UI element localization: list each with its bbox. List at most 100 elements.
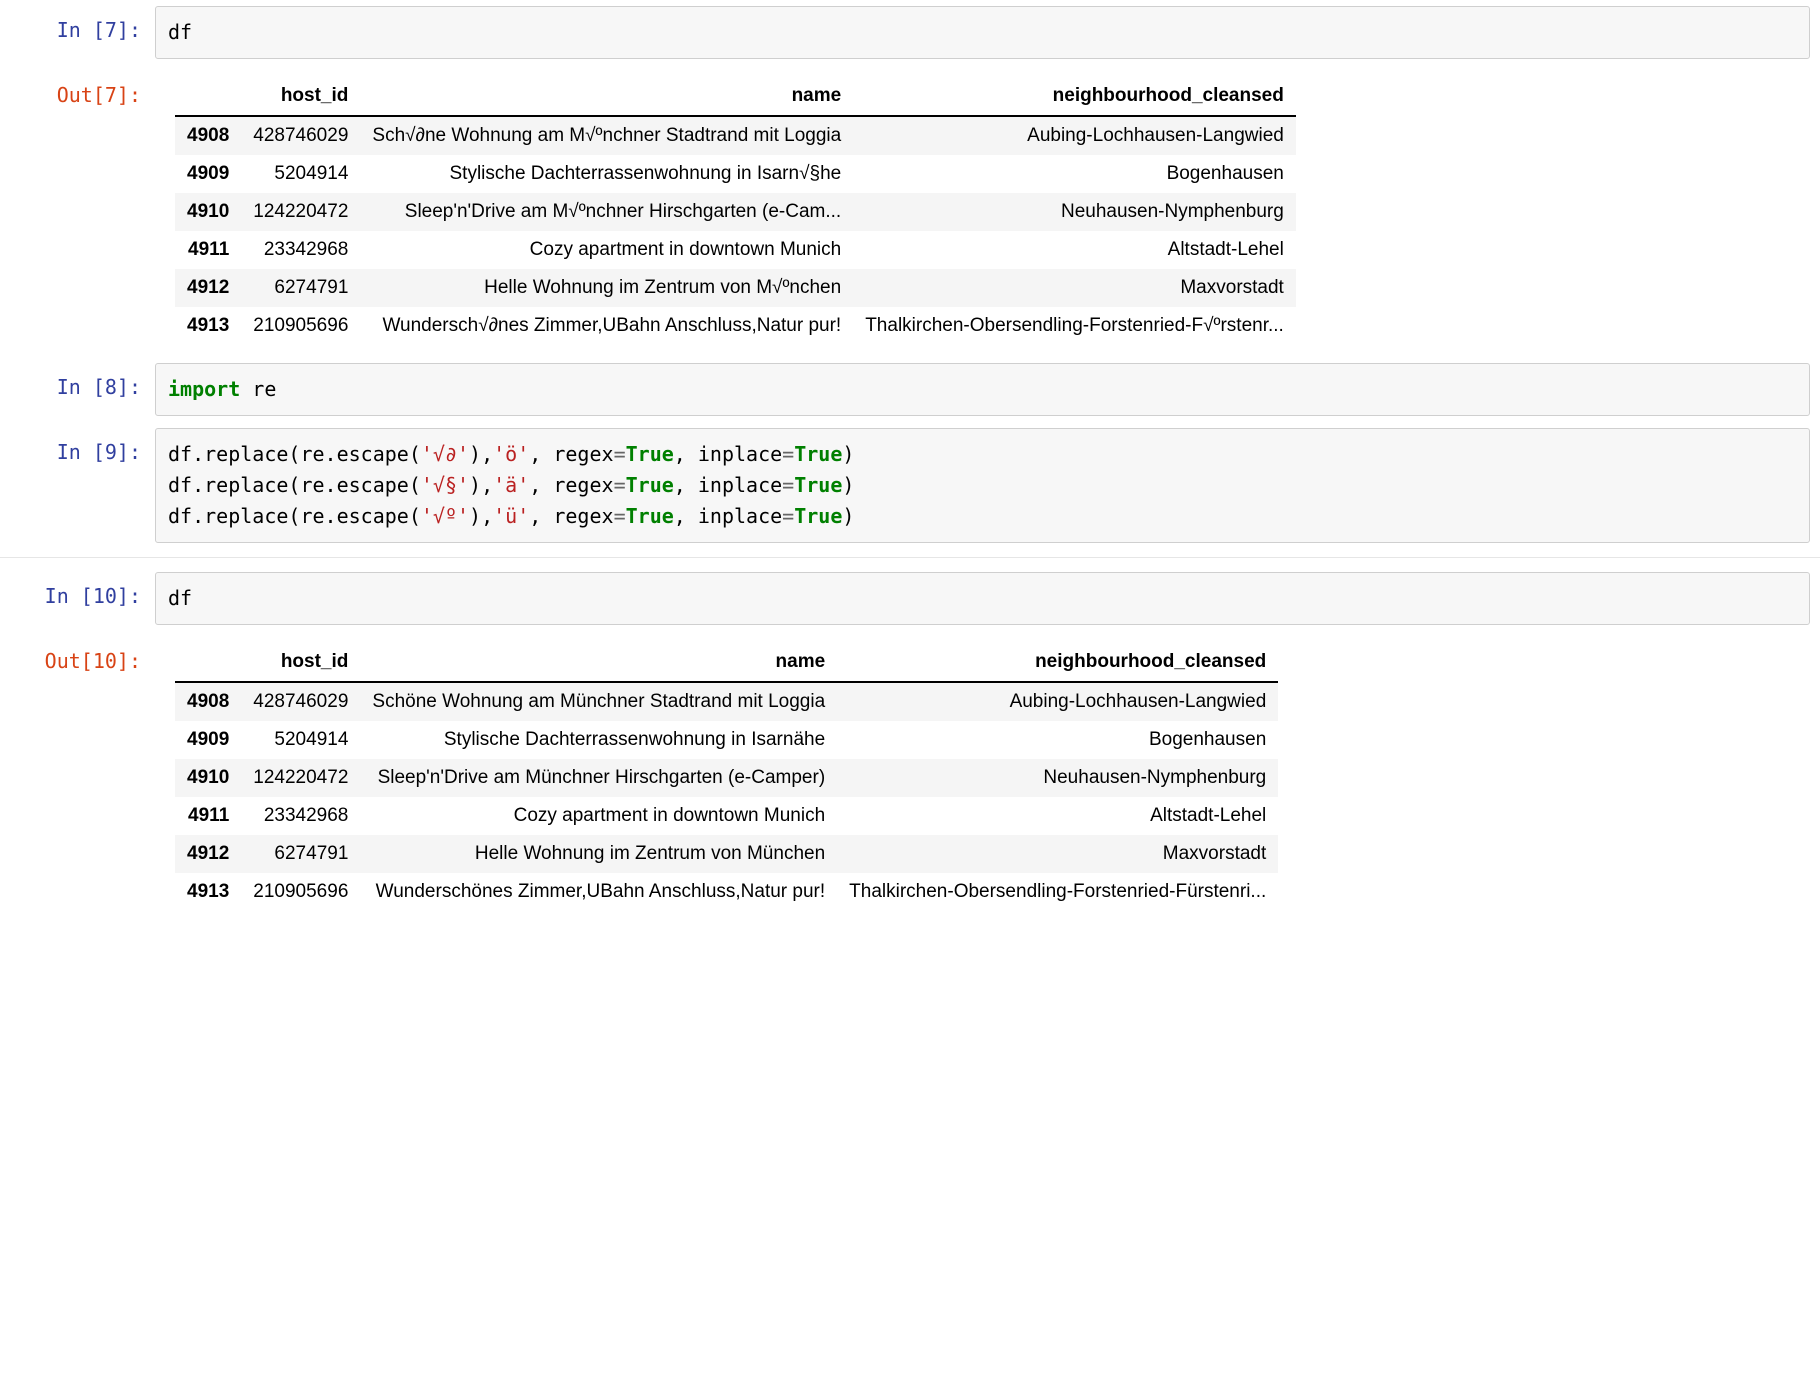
code-input-10[interactable]: df bbox=[155, 572, 1810, 625]
string-literal: '√º' bbox=[421, 504, 469, 528]
code-text: ) bbox=[842, 473, 854, 497]
output-area-10: host_id name neighbourhood_cleansed 4908… bbox=[155, 637, 1810, 917]
keyword-import: import bbox=[168, 377, 240, 401]
cell-index: 4912 bbox=[175, 835, 241, 873]
cell-name: Cozy apartment in downtown Munich bbox=[360, 231, 853, 269]
cell-neighbourhood: Neuhausen-Nymphenburg bbox=[853, 193, 1296, 231]
cell-index: 4908 bbox=[175, 116, 241, 155]
cell-neighbourhood: Thalkirchen-Obersendling-Forstenried-F√º… bbox=[853, 307, 1296, 345]
cell-name: Sch√∂ne Wohnung am M√ºnchner Stadtrand m… bbox=[360, 116, 853, 155]
cell-neighbourhood: Bogenhausen bbox=[853, 155, 1296, 193]
code-text: , regex bbox=[529, 473, 613, 497]
table-row: 4909 5204914 Stylische Dachterrassenwohn… bbox=[175, 155, 1296, 193]
code-text: ) bbox=[842, 442, 854, 466]
cell-name: Sleep'n'Drive am Münchner Hirschgarten (… bbox=[360, 759, 837, 797]
code-text: , inplace bbox=[674, 504, 782, 528]
code-input-7[interactable]: df bbox=[155, 6, 1810, 59]
cell-index: 4913 bbox=[175, 307, 241, 345]
cell-divider bbox=[0, 557, 1820, 558]
cell-host-id: 6274791 bbox=[241, 269, 360, 307]
code-input-9[interactable]: df.replace(re.escape('√∂'),'ö', regex=Tr… bbox=[155, 428, 1810, 543]
operator: = bbox=[614, 504, 626, 528]
code-text: , regex bbox=[529, 504, 613, 528]
in-prompt-9: In [9]: bbox=[10, 428, 155, 468]
cell-name: Stylische Dachterrassenwohnung in Isarn√… bbox=[360, 155, 853, 193]
cell-index: 4910 bbox=[175, 193, 241, 231]
code-text: df bbox=[168, 586, 192, 610]
cell-host-id: 5204914 bbox=[241, 155, 360, 193]
cell-neighbourhood: Neuhausen-Nymphenburg bbox=[837, 759, 1278, 797]
operator: = bbox=[614, 473, 626, 497]
table-row: 4911 23342968 Cozy apartment in downtown… bbox=[175, 231, 1296, 269]
table-row: 4909 5204914 Stylische Dachterrassenwohn… bbox=[175, 721, 1278, 759]
cell-index: 4912 bbox=[175, 269, 241, 307]
cell-name: Helle Wohnung im Zentrum von M√ºnchen bbox=[360, 269, 853, 307]
code-text: df bbox=[168, 20, 192, 44]
table-row: 4908 428746029 Sch√∂ne Wohnung am M√ºnch… bbox=[175, 116, 1296, 155]
cell-name: Wundersch√∂nes Zimmer,UBahn Anschluss,Na… bbox=[360, 307, 853, 345]
code-text: , inplace bbox=[674, 473, 782, 497]
code-input-8[interactable]: import re bbox=[155, 363, 1810, 416]
cell-neighbourhood: Maxvorstadt bbox=[853, 269, 1296, 307]
cell-name: Helle Wohnung im Zentrum von München bbox=[360, 835, 837, 873]
cell-name: Stylische Dachterrassenwohnung in Isarnä… bbox=[360, 721, 837, 759]
string-literal: 'ö' bbox=[493, 442, 529, 466]
cell-out-10: Out[10]: host_id name neighbourhood_clea… bbox=[0, 631, 1820, 923]
cell-neighbourhood: Altstadt-Lehel bbox=[837, 797, 1278, 835]
cell-host-id: 210905696 bbox=[241, 873, 360, 911]
table-row: 4913 210905696 Wunderschönes Zimmer,UBah… bbox=[175, 873, 1278, 911]
string-literal: 'ü' bbox=[493, 504, 529, 528]
cell-index: 4909 bbox=[175, 155, 241, 193]
col-host-id: host_id bbox=[241, 643, 360, 682]
cell-index: 4911 bbox=[175, 231, 241, 269]
cell-name: Cozy apartment in downtown Munich bbox=[360, 797, 837, 835]
cell-host-id: 428746029 bbox=[241, 682, 360, 721]
cell-host-id: 23342968 bbox=[241, 231, 360, 269]
cell-host-id: 124220472 bbox=[241, 193, 360, 231]
col-neighbourhood: neighbourhood_cleansed bbox=[837, 643, 1278, 682]
code-text: df.replace(re.escape( bbox=[168, 504, 421, 528]
cell-host-id: 5204914 bbox=[241, 721, 360, 759]
cell-name: Sleep'n'Drive am M√ºnchner Hirschgarten … bbox=[360, 193, 853, 231]
keyword-true: True bbox=[626, 473, 674, 497]
cell-neighbourhood: Aubing-Lochhausen-Langwied bbox=[837, 682, 1278, 721]
cell-host-id: 6274791 bbox=[241, 835, 360, 873]
operator: = bbox=[782, 442, 794, 466]
cell-host-id: 23342968 bbox=[241, 797, 360, 835]
code-text: ), bbox=[469, 504, 493, 528]
cell-in-9: In [9]: df.replace(re.escape('√∂'),'ö', … bbox=[0, 422, 1820, 549]
cell-host-id: 124220472 bbox=[241, 759, 360, 797]
operator: = bbox=[782, 473, 794, 497]
cell-host-id: 428746029 bbox=[241, 116, 360, 155]
dataframe-table-10: host_id name neighbourhood_cleansed 4908… bbox=[175, 643, 1278, 911]
col-neighbourhood: neighbourhood_cleansed bbox=[853, 77, 1296, 116]
cell-neighbourhood: Altstadt-Lehel bbox=[853, 231, 1296, 269]
out-prompt-10: Out[10]: bbox=[10, 637, 155, 677]
in-prompt-8: In [8]: bbox=[10, 363, 155, 403]
cell-name: Wunderschönes Zimmer,UBahn Anschluss,Nat… bbox=[360, 873, 837, 911]
table-row: 4912 6274791 Helle Wohnung im Zentrum vo… bbox=[175, 269, 1296, 307]
cell-name: Schöne Wohnung am Münchner Stadtrand mit… bbox=[360, 682, 837, 721]
code-text: df.replace(re.escape( bbox=[168, 473, 421, 497]
in-prompt-7: In [7]: bbox=[10, 6, 155, 46]
cell-in-8: In [8]: import re bbox=[0, 357, 1820, 422]
table-row: 4910 124220472 Sleep'n'Drive am M√ºnchne… bbox=[175, 193, 1296, 231]
string-literal: '√§' bbox=[421, 473, 469, 497]
cell-neighbourhood: Aubing-Lochhausen-Langwied bbox=[853, 116, 1296, 155]
cell-index: 4913 bbox=[175, 873, 241, 911]
string-literal: 'ä' bbox=[493, 473, 529, 497]
in-prompt-10: In [10]: bbox=[10, 572, 155, 612]
table-header-row: host_id name neighbourhood_cleansed bbox=[175, 77, 1296, 116]
operator: = bbox=[614, 442, 626, 466]
code-text: ), bbox=[469, 442, 493, 466]
table-row: 4908 428746029 Schöne Wohnung am Münchne… bbox=[175, 682, 1278, 721]
cell-in-10: In [10]: df bbox=[0, 566, 1820, 631]
col-name: name bbox=[360, 77, 853, 116]
code-text: ), bbox=[469, 473, 493, 497]
output-area-7: host_id name neighbourhood_cleansed 4908… bbox=[155, 71, 1810, 351]
keyword-true: True bbox=[626, 504, 674, 528]
code-text: , regex bbox=[529, 442, 613, 466]
cell-index: 4908 bbox=[175, 682, 241, 721]
string-literal: '√∂' bbox=[421, 442, 469, 466]
keyword-true: True bbox=[794, 504, 842, 528]
